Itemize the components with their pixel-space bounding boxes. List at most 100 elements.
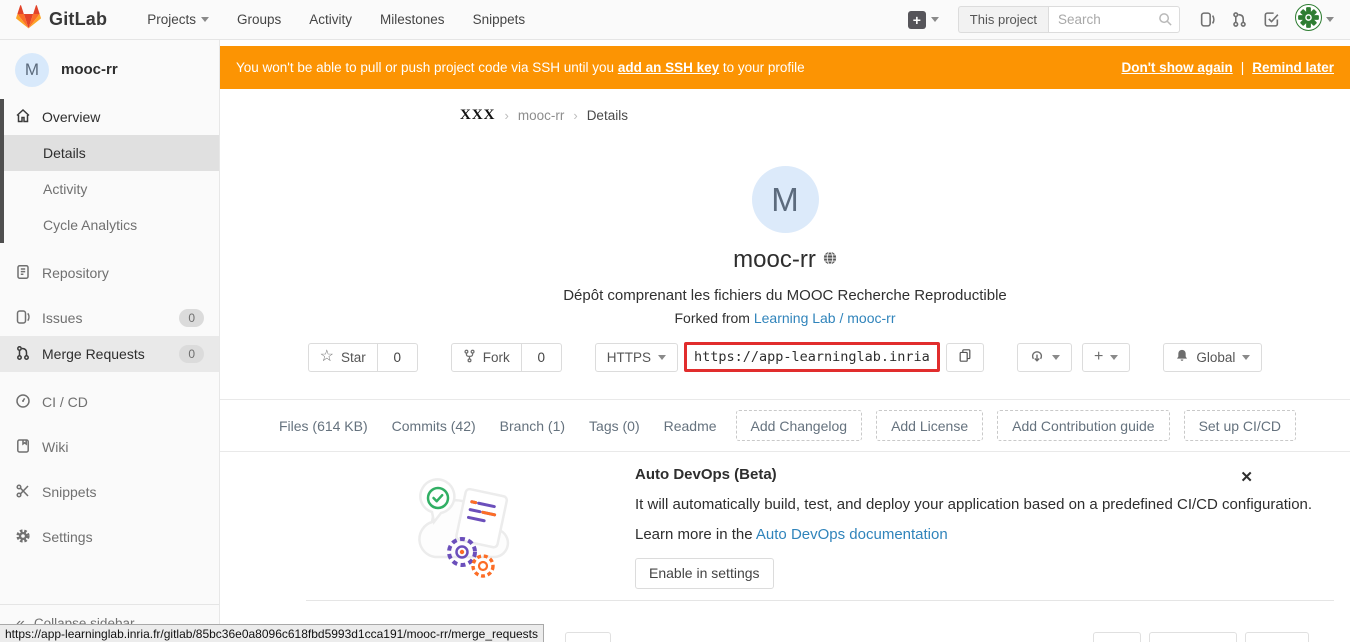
sidebar-item-activity[interactable]: Activity	[0, 171, 219, 207]
main-menu: Projects Groups Activity Milestones Snip…	[147, 12, 525, 27]
auto-devops-content: Auto DevOps (Beta) It will automatically…	[635, 466, 1312, 589]
search-group: This project	[958, 6, 1180, 33]
setup-ci-cd-button[interactable]: Set up CI/CD	[1184, 410, 1296, 441]
copy-url-button[interactable]	[946, 343, 984, 372]
issues-icon[interactable]	[1199, 11, 1216, 28]
breadcrumb-separator: ›	[573, 108, 577, 123]
status-bar-link-preview: https://app-learninglab.inria.fr/gitlab/…	[0, 624, 544, 642]
snippets-icon	[15, 483, 31, 502]
overview-section: Overview Details Activity Cycle Analytic…	[0, 99, 219, 243]
project-header: M mooc-rr Dépôt comprenant les fichiers …	[220, 166, 1350, 326]
sidebar-item-details[interactable]: Details	[0, 135, 219, 171]
fork-group: Fork 0	[451, 343, 562, 372]
main-content: XXX › mooc-rr › Details M mooc-rr Dépôt …	[220, 40, 1350, 642]
auto-devops-illustration	[405, 462, 530, 592]
star-icon: ☆	[320, 349, 334, 365]
brand-name: GitLab	[49, 9, 107, 30]
user-menu[interactable]	[1295, 4, 1334, 36]
sidebar-item-ci-cd[interactable]: CI / CD	[0, 384, 219, 420]
chevron-down-icon	[1326, 17, 1334, 22]
dont-show-again-link[interactable]: Don't show again	[1121, 60, 1232, 75]
issues-icon	[15, 309, 31, 328]
project-avatar-small: M	[15, 53, 49, 87]
breadcrumb: XXX › mooc-rr › Details	[460, 107, 1350, 124]
notification-dropdown[interactable]: Global	[1163, 343, 1262, 372]
menu-groups[interactable]: Groups	[237, 12, 281, 27]
partial-button[interactable]	[1093, 632, 1141, 642]
wiki-icon	[15, 438, 31, 457]
sidebar-item-repository[interactable]: Repository	[0, 255, 219, 291]
partial-button[interactable]	[565, 632, 611, 642]
partial-button[interactable]	[1245, 632, 1309, 642]
plus-icon: +	[908, 11, 926, 29]
protocol-dropdown[interactable]: HTTPS	[595, 343, 678, 372]
search-scope-label: This project	[958, 6, 1048, 33]
tab-readme[interactable]: Readme	[659, 418, 722, 434]
breadcrumb-project[interactable]: mooc-rr	[518, 108, 565, 123]
tab-commits[interactable]: Commits (42)	[387, 418, 481, 434]
add-ssh-key-link[interactable]: add an SSH key	[618, 60, 719, 75]
clone-url-input[interactable]	[684, 342, 940, 372]
sidebar-item-settings[interactable]: Settings	[0, 519, 219, 555]
star-count[interactable]: 0	[378, 343, 418, 372]
auto-devops-title: Auto DevOps (Beta)	[635, 466, 1312, 483]
add-changelog-button[interactable]: Add Changelog	[736, 410, 863, 441]
add-contribution-guide-button[interactable]: Add Contribution guide	[997, 410, 1169, 441]
close-icon[interactable]: ✕	[1240, 468, 1253, 486]
menu-projects[interactable]: Projects	[147, 12, 209, 27]
copy-icon	[958, 348, 972, 366]
banner-separator: |	[1241, 60, 1245, 75]
tab-tags[interactable]: Tags (0)	[584, 418, 645, 434]
sidebar-item-snippets[interactable]: Snippets	[0, 474, 219, 510]
sidebar-item-merge-requests[interactable]: Merge Requests 0	[0, 336, 219, 372]
sidebar-item-cycle-analytics[interactable]: Cycle Analytics	[0, 207, 219, 243]
auto-devops-callout: ✕ Auto DevOps (Beta)	[220, 452, 1350, 592]
download-dropdown[interactable]	[1017, 343, 1072, 372]
sidebar-item-issues[interactable]: Issues 0	[0, 300, 219, 336]
tab-branch[interactable]: Branch (1)	[495, 418, 570, 434]
remind-later-link[interactable]: Remind later	[1252, 60, 1334, 75]
gear-icon	[15, 528, 31, 547]
ci-cd-icon	[15, 393, 31, 412]
sidebar-item-overview[interactable]: Overview	[0, 99, 219, 135]
page-title: mooc-rr	[733, 246, 816, 274]
search-icon	[1158, 12, 1173, 32]
fork-button[interactable]: Fork	[451, 343, 522, 372]
banner-actions: Don't show again | Remind later	[1121, 60, 1334, 75]
partial-button[interactable]	[1149, 632, 1237, 642]
ssh-warning-banner: You won't be able to pull or push projec…	[220, 46, 1350, 89]
sidebar-project-header[interactable]: M mooc-rr	[0, 40, 219, 99]
chevron-down-icon	[1052, 355, 1060, 360]
new-item-dropdown[interactable]: +	[908, 11, 939, 29]
auto-devops-doc-link[interactable]: Auto DevOps documentation	[756, 526, 948, 543]
forked-from-link[interactable]: Learning Lab / mooc-rr	[754, 310, 896, 326]
enable-in-settings-button[interactable]: Enable in settings	[635, 558, 774, 589]
visibility-globe-icon	[823, 251, 837, 270]
project-description: Dépôt comprenant les fichiers du MOOC Re…	[220, 287, 1350, 304]
download-icon	[1029, 348, 1045, 366]
add-license-button[interactable]: Add License	[876, 410, 983, 441]
merge-requests-icon	[15, 345, 31, 364]
menu-snippets[interactable]: Snippets	[473, 12, 526, 27]
banner-text: You won't be able to pull or push projec…	[236, 60, 805, 75]
gitlab-brand[interactable]: GitLab	[16, 5, 107, 34]
menu-milestones[interactable]: Milestones	[380, 12, 445, 27]
bell-icon	[1175, 348, 1189, 366]
sidebar-item-wiki[interactable]: Wiki	[0, 429, 219, 465]
star-button[interactable]: ☆ Star	[308, 343, 378, 372]
merge-requests-icon[interactable]	[1231, 11, 1248, 28]
fork-icon	[463, 349, 476, 366]
add-dropdown[interactable]: +	[1082, 343, 1130, 372]
navbar-right: + This project	[908, 4, 1334, 36]
breadcrumb-group[interactable]: XXX	[460, 107, 496, 124]
todos-icon[interactable]	[1263, 11, 1280, 28]
auto-devops-body: It will automatically build, test, and d…	[635, 496, 1312, 513]
tab-files[interactable]: Files (614 KB)	[274, 418, 373, 434]
menu-activity[interactable]: Activity	[309, 12, 352, 27]
fork-count[interactable]: 0	[522, 343, 562, 372]
sidebar-project-name: mooc-rr	[61, 61, 118, 78]
status-url: https://app-learninglab.inria.fr/gitlab/…	[5, 627, 538, 641]
issues-count-badge: 0	[179, 309, 204, 327]
chevron-down-icon	[201, 17, 209, 22]
breadcrumb-page: Details	[587, 108, 628, 123]
